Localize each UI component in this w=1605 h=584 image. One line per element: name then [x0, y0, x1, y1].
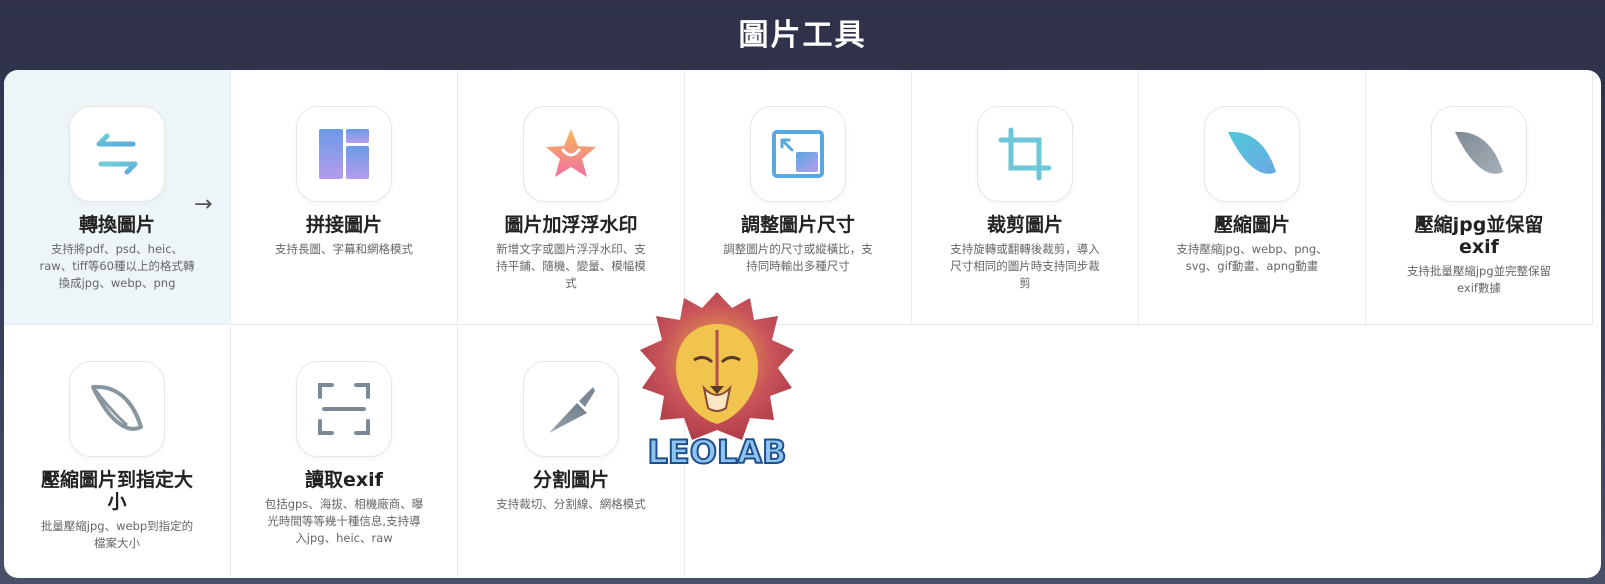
tool-title: 圖片加浮浮水印 — [504, 214, 638, 236]
tool-title: 壓縮圖片 — [1213, 214, 1290, 236]
empty-cell — [1139, 325, 1366, 578]
tool-card-compress-exif[interactable]: 壓縮jpg並保留exif 支持批量壓縮jpg並完整保留exif數據 — [1366, 70, 1593, 325]
convert-arrows-icon — [69, 106, 165, 202]
tool-desc: 支持將pdf、psd、heic、raw、tiff等60種以上的格式轉換成jpg、… — [39, 242, 195, 290]
tool-title: 轉換圖片 — [78, 214, 155, 236]
crop-icon — [977, 106, 1073, 202]
tool-desc: 調整圖片的尺寸或縱橫比，支持同時輸出多種尺寸 — [723, 242, 873, 273]
tool-card-read-exif[interactable]: 讀取exif 包括gps、海拔、相機廠商、曝光時間等等幾十種信息,支持導入jpg… — [231, 325, 458, 578]
tool-desc: 支持旋轉或翻轉後裁剪，導入尺寸相同的圖片時支持同步裁剪 — [950, 242, 1100, 290]
arrow-right-icon: → — [194, 192, 213, 217]
tool-desc: 支持裁切、分割線、網格模式 — [496, 497, 646, 511]
tool-title: 分割圖片 — [532, 469, 609, 491]
tool-title: 拼接圖片 — [305, 214, 382, 236]
tool-card-crop[interactable]: 裁剪圖片 支持旋轉或翻轉後裁剪，導入尺寸相同的圖片時支持同步裁剪 — [912, 70, 1139, 325]
feather-compress-icon — [1204, 106, 1300, 202]
tool-card-collage[interactable]: 拼接圖片 支持長圖、字幕和網格模式 — [231, 70, 458, 325]
tool-card-resize[interactable]: 調整圖片尺寸 調整圖片的尺寸或縱橫比，支持同時輸出多種尺寸 — [685, 70, 912, 325]
empty-cell — [1366, 325, 1593, 578]
star-watermark-icon — [523, 106, 619, 202]
leolab-watermark-logo: LEOLAB — [634, 290, 800, 480]
tool-desc: 批量壓縮jpg、webp到指定的檔案大小 — [40, 519, 194, 550]
tool-title: 壓縮jpg並保留exif — [1414, 214, 1544, 258]
tool-title: 裁剪圖片 — [986, 214, 1063, 236]
tool-desc: 包括gps、海拔、相機廠商、曝光時間等等幾十種信息,支持導入jpg、heic、r… — [264, 497, 424, 545]
watermark-text: LEOLAB — [648, 433, 787, 471]
tool-title: 讀取exif — [305, 469, 383, 491]
tools-grid: 轉換圖片 支持將pdf、psd、heic、raw、tiff等60種以上的格式轉換… — [4, 70, 1601, 578]
tools-panel: 轉換圖片 支持將pdf、psd、heic、raw、tiff等60種以上的格式轉換… — [4, 70, 1601, 578]
tool-title: 壓縮圖片到指定大小 — [40, 469, 193, 513]
knife-icon — [523, 361, 619, 457]
scan-frame-icon — [296, 361, 392, 457]
feather-outline-icon — [69, 361, 165, 457]
tool-desc: 新增文字或圖片浮浮水印、支持平鋪、隨機、變量、模幅模式 — [496, 242, 646, 290]
collage-layout-icon — [296, 106, 392, 202]
tool-card-compress-to-size[interactable]: 壓縮圖片到指定大小 批量壓縮jpg、webp到指定的檔案大小 — [4, 325, 231, 578]
resize-icon — [750, 106, 846, 202]
tool-desc: 支持壓縮jpg、webp、png、svg、gif動畫、apng動畫 — [1176, 242, 1328, 273]
tool-card-compress[interactable]: 壓縮圖片 支持壓縮jpg、webp、png、svg、gif動畫、apng動畫 — [1139, 70, 1366, 325]
tool-title: 調整圖片尺寸 — [740, 214, 855, 236]
tool-card-convert[interactable]: 轉換圖片 支持將pdf、psd、heic、raw、tiff等60種以上的格式轉換… — [4, 70, 231, 325]
page-title: 圖片工具 — [738, 18, 867, 53]
tool-desc: 支持長圖、字幕和網格模式 — [275, 242, 413, 256]
tool-card-watermark[interactable]: 圖片加浮浮水印 新增文字或圖片浮浮水印、支持平鋪、隨機、變量、模幅模式 — [458, 70, 685, 325]
feather-exif-icon — [1431, 106, 1527, 202]
tool-desc: 支持批量壓縮jpg並完整保留exif數據 — [1406, 264, 1552, 295]
empty-cell — [912, 325, 1139, 578]
